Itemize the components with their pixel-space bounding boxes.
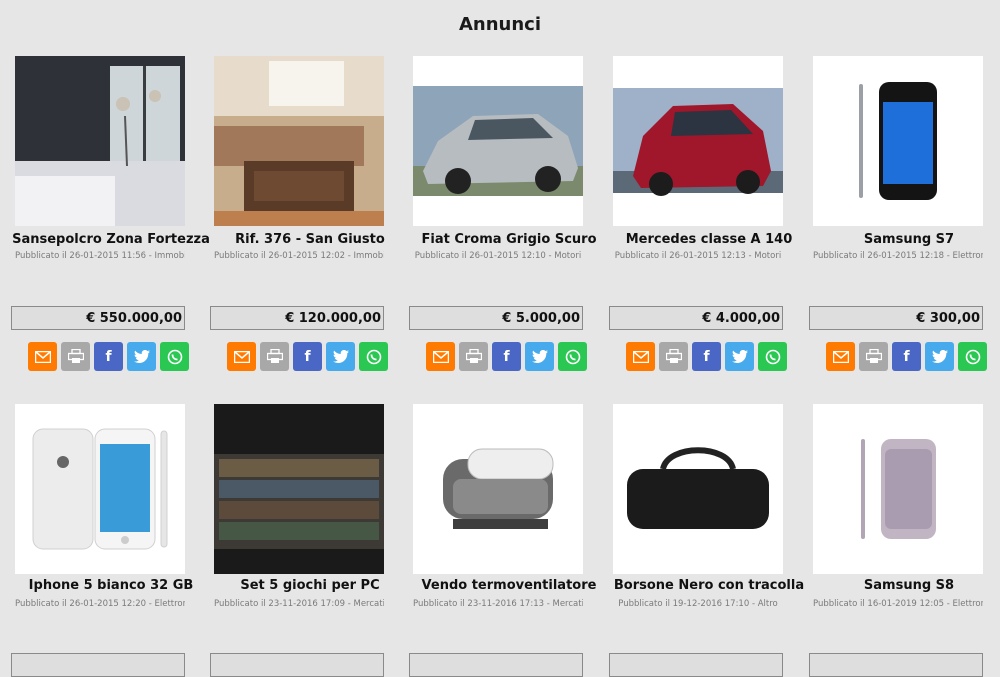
listing-meta: Pubblicato il 16-01-2019 12:05 - Elettro… [813, 599, 983, 609]
whatsapp-button[interactable] [558, 342, 587, 371]
listing-meta: Pubblicato il 26-01-2015 12:18 - Elettro… [813, 251, 983, 261]
whatsapp-icon [366, 349, 381, 364]
facebook-button[interactable]: f [692, 342, 721, 371]
listing-image[interactable] [613, 56, 783, 226]
page-title: Annunci [458, 14, 542, 35]
listing-title[interactable]: Fiat Croma Grigio Scuro [409, 232, 609, 247]
listing-title[interactable]: Mercedes classe A 140 [609, 232, 809, 247]
listing-meta: Pubblicato il 26-01-2015 12:10 - Motori [414, 251, 582, 261]
mail-icon [34, 350, 51, 363]
listing-image[interactable] [15, 404, 185, 574]
listing-image[interactable] [413, 56, 583, 226]
print-button[interactable] [459, 342, 488, 371]
whatsapp-button[interactable] [359, 342, 388, 371]
facebook-icon: f [703, 348, 710, 365]
listing-price: € 550.000,00 [11, 306, 185, 330]
mail-icon [432, 350, 449, 363]
facebook-icon: f [503, 348, 510, 365]
listing-price: € 5.000,00 [409, 306, 583, 330]
facebook-icon: f [903, 348, 910, 365]
print-icon [67, 349, 84, 363]
listing-price [11, 653, 185, 677]
twitter-button[interactable] [925, 342, 954, 371]
print-button[interactable] [859, 342, 888, 371]
listing-meta: Pubblicato il 26-01-2015 12:13 - Motori [614, 251, 782, 261]
listing-title[interactable]: Samsung S8 [809, 578, 1000, 593]
twitter-icon [332, 350, 349, 363]
mail-button[interactable] [227, 342, 256, 371]
twitter-icon [133, 350, 150, 363]
listing-image[interactable] [214, 404, 384, 574]
print-icon [665, 349, 682, 363]
print-button[interactable] [61, 342, 90, 371]
listing-image[interactable] [413, 404, 583, 574]
twitter-icon [731, 350, 748, 363]
twitter-button[interactable] [127, 342, 156, 371]
facebook-button[interactable]: f [94, 342, 123, 371]
listing-price: € 120.000,00 [210, 306, 384, 330]
listing-meta: Pubblicato il 26-01-2015 12:20 - Elettro… [15, 599, 185, 609]
whatsapp-button[interactable] [160, 342, 189, 371]
listing-title[interactable]: Vendo termoventilatore [409, 578, 609, 593]
mail-button[interactable] [626, 342, 655, 371]
listing-meta: Pubblicato il 23-11-2016 17:13 - Mercati… [413, 599, 583, 609]
listing-image[interactable] [214, 56, 384, 226]
listing-meta: Pubblicato il 19-12-2016 17:10 - Altro [618, 599, 778, 609]
facebook-button[interactable]: f [492, 342, 521, 371]
listing-price [210, 653, 384, 677]
listing-title[interactable]: Borsone Nero con tracolla [609, 578, 809, 593]
listing-price: € 300,00 [809, 306, 983, 330]
whatsapp-button[interactable] [958, 342, 987, 371]
whatsapp-icon [965, 349, 980, 364]
whatsapp-icon [765, 349, 780, 364]
facebook-button[interactable]: f [892, 342, 921, 371]
mail-button[interactable] [426, 342, 455, 371]
whatsapp-button[interactable] [758, 342, 787, 371]
listing-price: € 4.000,00 [609, 306, 783, 330]
print-icon [266, 349, 283, 363]
print-button[interactable] [260, 342, 289, 371]
listing-image[interactable] [813, 56, 983, 226]
listing-title[interactable]: Set 5 giochi per PC [210, 578, 410, 593]
mail-icon [233, 350, 250, 363]
listing-meta: Pubblicato il 26-01-2015 12:02 - Immobil… [214, 251, 384, 261]
listing-image[interactable] [15, 56, 185, 226]
listing-title[interactable]: Iphone 5 bianco 32 GB [11, 578, 211, 593]
listing-price [409, 653, 583, 677]
listing-title[interactable]: Samsung S7 [809, 232, 1000, 247]
twitter-icon [931, 350, 948, 363]
listing-meta: Pubblicato il 23-11-2016 17:09 - Mercati… [214, 599, 384, 609]
twitter-icon [531, 350, 548, 363]
listing-image[interactable] [813, 404, 983, 574]
whatsapp-icon [167, 349, 182, 364]
listing-title[interactable]: Rif. 376 - San Giusto [210, 232, 410, 247]
listing-title[interactable]: Sansepolcro Zona Fortezza [11, 232, 211, 247]
twitter-button[interactable] [326, 342, 355, 371]
whatsapp-icon [565, 349, 580, 364]
print-icon [465, 349, 482, 363]
mail-button[interactable] [826, 342, 855, 371]
mail-icon [832, 350, 849, 363]
print-icon [865, 349, 882, 363]
print-button[interactable] [659, 342, 688, 371]
facebook-button[interactable]: f [293, 342, 322, 371]
listing-price [609, 653, 783, 677]
mail-icon [632, 350, 649, 363]
facebook-icon: f [304, 348, 311, 365]
twitter-button[interactable] [725, 342, 754, 371]
mail-button[interactable] [28, 342, 57, 371]
listing-meta: Pubblicato il 26-01-2015 11:56 - Immobil… [15, 251, 185, 261]
twitter-button[interactable] [525, 342, 554, 371]
listing-image[interactable] [613, 404, 783, 574]
listing-price [809, 653, 983, 677]
facebook-icon: f [105, 348, 112, 365]
